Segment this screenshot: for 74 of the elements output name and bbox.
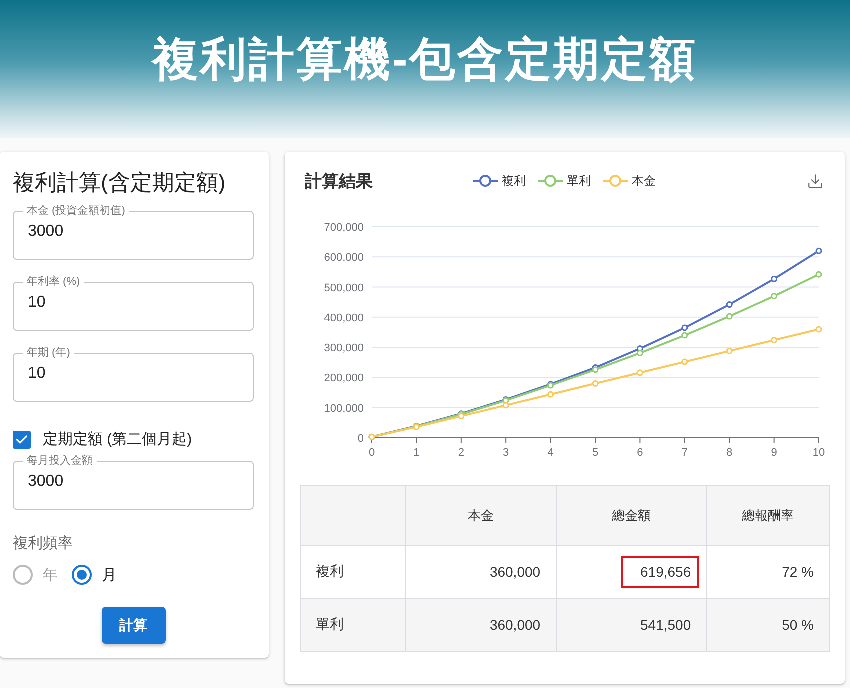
- y-axis-label: 200,000: [324, 372, 364, 385]
- table-cell: 複利: [300, 546, 406, 598]
- cell-value: 50 %: [781, 616, 815, 635]
- legend-label: 複利: [502, 172, 526, 190]
- y-axis-label: 600,000: [324, 252, 364, 264]
- legend-item[interactable]: 本金: [603, 172, 656, 190]
- check-icon: [15, 432, 29, 446]
- y-axis-label: 100,000: [324, 402, 364, 415]
- point: [771, 276, 778, 282]
- cell-value: 72 %: [781, 563, 815, 582]
- input-field[interactable]: 年利率 (%) 10: [13, 275, 254, 331]
- legend-item[interactable]: 複利: [473, 172, 526, 190]
- table-header: 總報酬率: [706, 486, 830, 546]
- x-axis-label: 9: [771, 447, 778, 459]
- x-axis-label: 1: [414, 447, 420, 459]
- legend-item[interactable]: 單利: [538, 172, 591, 190]
- input-field[interactable]: 每月投入金額 3000: [13, 454, 254, 510]
- x-axis-label: 0: [368, 447, 376, 459]
- point: [682, 324, 688, 332]
- x-axis-label: 10: [812, 447, 826, 459]
- y-axis-label: 700,000: [324, 222, 364, 234]
- radio-group-label: 複利頻率: [13, 534, 74, 553]
- table-header: 總金額: [556, 486, 707, 546]
- table-header: 本金: [406, 486, 556, 546]
- page-title: 複利計算機-包含定期定額: [152, 32, 698, 87]
- point: [636, 350, 644, 357]
- radio-label: 月: [102, 566, 117, 584]
- point: [816, 326, 822, 333]
- input-field[interactable]: 年期 (年) 10: [13, 346, 254, 402]
- checkbox-label: 定期定額 (第二個月起): [43, 430, 192, 449]
- point: [636, 370, 644, 376]
- point: [771, 293, 778, 300]
- form-title: 複利計算(含定期定額): [13, 169, 227, 197]
- table-cell: 單利: [300, 598, 406, 652]
- field-label: 本金 (投資金額初值): [26, 204, 126, 218]
- legend-label: 單利: [567, 172, 591, 190]
- x-axis-label: 2: [458, 447, 464, 459]
- y-axis-label: 500,000: [324, 282, 364, 294]
- x-axis-label: 3: [503, 447, 510, 459]
- point: [771, 337, 778, 344]
- point: [816, 271, 822, 278]
- cell-value: 360,000: [488, 563, 542, 582]
- point: [682, 332, 688, 339]
- x-axis-label: 7: [682, 447, 688, 459]
- point: [502, 402, 510, 409]
- x-axis-label: 8: [726, 447, 733, 459]
- checkbox[interactable]: [13, 430, 31, 448]
- cell-value: 360,000: [488, 616, 542, 635]
- chart-title: 計算結果: [305, 170, 374, 192]
- radio-label: 年: [43, 566, 58, 584]
- point: [816, 248, 822, 254]
- point: [548, 391, 554, 398]
- input-field[interactable]: 本金 (投資金額初值) 3000: [13, 204, 254, 260]
- x-axis-label: 6: [637, 447, 644, 459]
- field-label: 年利率 (%): [26, 275, 82, 289]
- legend-label: 本金: [632, 172, 656, 190]
- y-axis-label: 300,000: [324, 342, 364, 355]
- radio-button[interactable]: [72, 565, 92, 585]
- point: [726, 302, 733, 308]
- x-axis-label: 5: [592, 447, 599, 459]
- field-label: 每月投入金額: [26, 454, 94, 468]
- x-axis-label: 4: [548, 447, 554, 459]
- y-axis-label: 400,000: [324, 312, 364, 324]
- point: [726, 348, 733, 354]
- calculate-button[interactable]: 計算: [102, 607, 166, 644]
- radio-button[interactable]: [13, 565, 33, 585]
- y-axis-label: 0: [358, 433, 364, 445]
- point: [726, 313, 733, 320]
- point: [592, 380, 599, 387]
- field-label: 年期 (年): [26, 346, 72, 360]
- point: [682, 358, 688, 366]
- highlighted-value: 619,656: [620, 556, 700, 588]
- download-icon[interactable]: [807, 172, 824, 190]
- cell-value: 541,500: [640, 616, 692, 635]
